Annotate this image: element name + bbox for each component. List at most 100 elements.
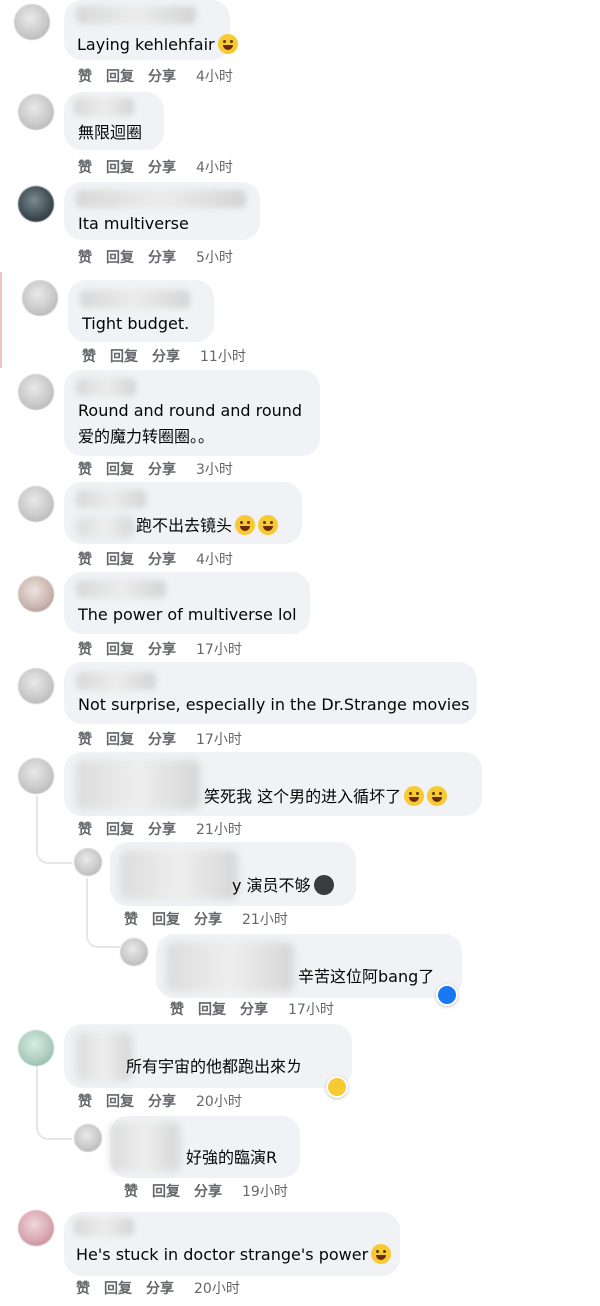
avatar[interactable] (18, 1030, 54, 1066)
timestamp[interactable]: 17小时 (288, 999, 334, 1019)
reply-button[interactable]: 回复 (106, 819, 134, 839)
like-button[interactable]: 赞 (78, 66, 92, 86)
author-name-blurred[interactable] (76, 378, 136, 396)
timestamp[interactable]: 4小时 (196, 157, 233, 177)
reply-button[interactable]: 回复 (106, 157, 134, 177)
share-button[interactable]: 分享 (240, 999, 268, 1019)
like-button[interactable]: 赞 (170, 999, 184, 1019)
like-button[interactable]: 赞 (82, 346, 96, 366)
reply-button[interactable]: 回复 (106, 247, 134, 267)
reply-thread-connector (36, 840, 72, 864)
reply-button[interactable]: 回复 (198, 999, 226, 1019)
reply-button[interactable]: 回复 (110, 346, 138, 366)
share-button[interactable]: 分享 (146, 1278, 174, 1298)
comment-text: Laying kehlehfair (77, 32, 238, 58)
author-name-blurred[interactable] (76, 190, 246, 208)
share-button[interactable]: 分享 (148, 459, 176, 479)
avatar[interactable] (74, 848, 102, 876)
timestamp[interactable]: 11小时 (200, 346, 246, 366)
share-button[interactable]: 分享 (148, 247, 176, 267)
avatar[interactable] (18, 758, 54, 794)
timestamp[interactable]: 17小时 (196, 729, 242, 749)
like-reaction-icon[interactable] (436, 984, 458, 1006)
like-button[interactable]: 赞 (78, 459, 92, 479)
like-button[interactable]: 赞 (78, 157, 92, 177)
timestamp[interactable]: 21小时 (196, 819, 242, 839)
highlight-marker (0, 272, 2, 368)
timestamp[interactable]: 21小时 (242, 909, 288, 929)
avatar[interactable] (18, 668, 54, 704)
timestamp[interactable]: 20小时 (194, 1278, 240, 1298)
avatar[interactable] (18, 1210, 54, 1246)
avatar[interactable] (18, 486, 54, 522)
share-button[interactable]: 分享 (194, 1181, 222, 1201)
comment-text: 所有宇宙的他都跑出來ㄌ (126, 1057, 303, 1076)
comment-actions: 赞回复 分享 17小时 (78, 729, 242, 749)
like-button[interactable]: 赞 (78, 819, 92, 839)
rofl-emoji-icon (427, 786, 448, 806)
avatar[interactable] (18, 576, 54, 612)
reply-button[interactable]: 回复 (106, 729, 134, 749)
timestamp[interactable]: 4小时 (196, 549, 233, 569)
comment-actions: 赞回复 分享 4小时 (78, 157, 233, 177)
author-name-blurred[interactable] (76, 672, 156, 690)
rofl-emoji-icon (371, 1244, 392, 1264)
avatar[interactable] (74, 1124, 102, 1152)
comment-text-content: Laying kehlehfair (77, 35, 215, 54)
like-button[interactable]: 赞 (124, 909, 138, 929)
comment-text: y 演员不够 (232, 873, 334, 899)
author-name-blurred[interactable] (76, 580, 166, 598)
share-button[interactable]: 分享 (148, 729, 176, 749)
reply-button[interactable]: 回复 (104, 1278, 132, 1298)
timestamp[interactable]: 4小时 (196, 66, 233, 86)
reply-button[interactable]: 回复 (106, 1091, 134, 1111)
rofl-emoji-icon (235, 515, 256, 535)
timestamp[interactable]: 3小时 (196, 459, 233, 479)
comment-actions: 赞回复 分享 17小时 (170, 999, 334, 1019)
author-name-blurred[interactable] (76, 490, 146, 508)
comment-text: Tight budget. (82, 314, 190, 333)
share-button[interactable]: 分享 (148, 157, 176, 177)
author-name-blurred[interactable] (74, 1218, 134, 1236)
reply-button[interactable]: 回复 (106, 639, 134, 659)
like-button[interactable]: 赞 (78, 549, 92, 569)
share-button[interactable]: 分享 (148, 66, 176, 86)
reply-button[interactable]: 回复 (152, 1181, 180, 1201)
timestamp[interactable]: 17小时 (196, 639, 242, 659)
avatar[interactable] (120, 938, 148, 966)
comment-text: The power of multiverse lol (78, 605, 297, 624)
share-button[interactable]: 分享 (148, 549, 176, 569)
share-button[interactable]: 分享 (152, 346, 180, 366)
like-button[interactable]: 赞 (78, 247, 92, 267)
reply-button[interactable]: 回复 (106, 66, 134, 86)
comment-text: 笑死我 这个男的进入循坏了 (204, 784, 448, 810)
share-button[interactable]: 分享 (148, 1091, 176, 1111)
comment-actions: 赞回复 分享 17小时 (78, 639, 242, 659)
timestamp[interactable]: 5小时 (196, 247, 233, 267)
avatar[interactable] (22, 280, 58, 316)
timestamp[interactable]: 20小时 (196, 1091, 242, 1111)
share-button[interactable]: 分享 (194, 909, 222, 929)
avatar[interactable] (18, 94, 54, 130)
rofl-emoji-icon (404, 786, 425, 806)
like-button[interactable]: 赞 (78, 729, 92, 749)
share-button[interactable]: 分享 (148, 819, 176, 839)
reply-button[interactable]: 回复 (152, 909, 180, 929)
reply-button[interactable]: 回复 (106, 549, 134, 569)
wow-reaction-icon[interactable] (326, 1076, 348, 1098)
like-button[interactable]: 赞 (78, 1091, 92, 1111)
like-button[interactable]: 赞 (124, 1181, 138, 1201)
reply-button[interactable]: 回复 (106, 459, 134, 479)
share-button[interactable]: 分享 (148, 639, 176, 659)
avatar[interactable] (14, 4, 50, 40)
author-name-blurred[interactable] (80, 290, 190, 308)
like-button[interactable]: 赞 (76, 1278, 90, 1298)
timestamp[interactable]: 19小时 (242, 1181, 288, 1201)
like-button[interactable]: 赞 (78, 639, 92, 659)
author-name-blurred[interactable] (76, 6, 196, 24)
comment-actions: 赞回复 分享 4小时 (78, 549, 233, 569)
blurred-author-and-text (120, 850, 238, 900)
avatar[interactable] (18, 186, 54, 222)
avatar[interactable] (18, 374, 54, 410)
author-name-blurred[interactable] (74, 98, 134, 116)
